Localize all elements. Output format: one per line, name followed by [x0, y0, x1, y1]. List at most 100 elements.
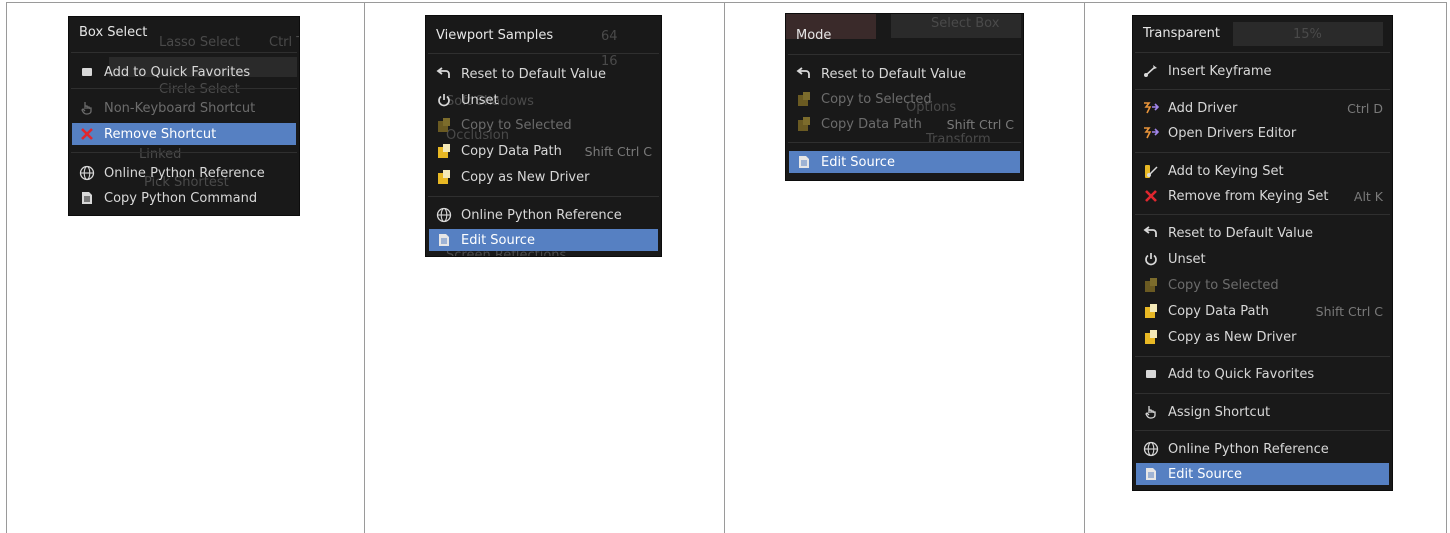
- menu-item-copy-as-new-driver[interactable]: Copy as New Driver: [429, 166, 658, 188]
- menu-item-remove-shortcut[interactable]: Remove Shortcut: [72, 123, 296, 145]
- menu-item-label: Add to Quick Favorites: [104, 64, 251, 80]
- menu-item-online-python-reference[interactable]: Online Python Reference: [429, 204, 658, 226]
- keying-set-icon: [1143, 163, 1159, 179]
- menu-item-label: Copy Data Path: [821, 116, 922, 132]
- menu-item-label: Assign Shortcut: [1168, 404, 1271, 420]
- clipboard-icon: [436, 117, 452, 133]
- menu-item-open-drivers-editor[interactable]: Open Drivers Editor: [1136, 122, 1389, 144]
- menu-item-copy-as-new-driver[interactable]: Copy as New Driver: [1136, 326, 1389, 348]
- menu-item-non-keyboard-shortcut: Non-Keyboard Shortcut: [72, 97, 296, 119]
- menu-item-label: Online Python Reference: [104, 165, 265, 181]
- menu-item-label: Add to Quick Favorites: [1168, 366, 1315, 382]
- menu-item-label: Copy to Selected: [821, 91, 932, 107]
- menu-item-label: Unset: [461, 92, 499, 108]
- menu-item-add-to-quick-favorites[interactable]: Add to Quick Favorites: [72, 61, 296, 83]
- clipboard-icon: [436, 143, 452, 159]
- hand-icon: [1143, 404, 1159, 420]
- favorites-icon: [79, 64, 95, 80]
- menu-item-copy-data-path: Copy Data Path Shift Ctrl C: [789, 113, 1020, 135]
- document-icon: [1143, 466, 1159, 482]
- clipboard-icon: [796, 116, 812, 132]
- globe-icon: [1143, 441, 1159, 457]
- bg-text: Select Box: [931, 16, 1000, 31]
- menu-item-remove-from-keying-set[interactable]: Remove from Keying Set Alt K: [1136, 185, 1389, 207]
- menu-item-label: Insert Keyframe: [1168, 63, 1272, 79]
- menu-item-edit-source[interactable]: Edit Source: [789, 151, 1020, 173]
- menu-item-label: Remove from Keying Set: [1168, 188, 1329, 204]
- menu-separator: [788, 54, 1021, 55]
- menu-separator: [1135, 430, 1390, 431]
- menu-item-label: Copy Data Path: [461, 143, 562, 159]
- menu-item-copy-data-path[interactable]: Copy Data Path Shift Ctrl C: [429, 140, 658, 162]
- menu-separator: [71, 152, 297, 153]
- context-menu-viewport-samples: 64 16 Soft Shadows Occlusion Screen Refl…: [425, 15, 662, 257]
- menu-item-reset-to-default-value[interactable]: Reset to Default Value: [1136, 222, 1389, 244]
- menu-item-online-python-reference[interactable]: Online Python Reference: [1136, 438, 1389, 460]
- bg-text: Circle Select: [159, 82, 240, 97]
- favorites-icon: [1143, 366, 1159, 382]
- menu-item-insert-keyframe[interactable]: Insert Keyframe: [1136, 60, 1389, 82]
- menu-item-copy-python-command[interactable]: Copy Python Command: [72, 187, 296, 209]
- menu-separator: [1135, 89, 1390, 90]
- document-icon: [796, 154, 812, 170]
- menu-title: Transparent: [1143, 26, 1220, 41]
- bg-text: Lasso Select: [159, 35, 240, 50]
- menu-item-assign-shortcut[interactable]: Assign Shortcut: [1136, 401, 1389, 423]
- menu-item-label: Reset to Default Value: [461, 66, 606, 82]
- bg-text: Linked: [139, 147, 182, 162]
- panel-cell-1: Lasso Select Ctrl T Circle Select Linked…: [7, 3, 365, 533]
- menu-item-add-driver[interactable]: Add Driver Ctrl D: [1136, 97, 1389, 119]
- menu-item-reset-to-default-value[interactable]: Reset to Default Value: [429, 63, 658, 85]
- menu-item-copy-to-selected: Copy to Selected: [1136, 274, 1389, 296]
- reset-icon: [1143, 225, 1159, 241]
- menu-item-label: Add to Keying Set: [1168, 163, 1284, 179]
- menu-separator: [71, 52, 297, 53]
- menu-item-label: Non-Keyboard Shortcut: [104, 100, 256, 116]
- menu-item-add-to-keying-set[interactable]: Add to Keying Set: [1136, 160, 1389, 182]
- remove-x-icon: [79, 126, 95, 142]
- menu-item-label: Remove Shortcut: [104, 126, 217, 142]
- shortcut-text: Shift Ctrl C: [1315, 303, 1383, 319]
- menu-separator: [428, 196, 659, 197]
- shortcut-text: Ctrl D: [1347, 100, 1383, 116]
- context-menu-box-select: Lasso Select Ctrl T Circle Select Linked…: [68, 16, 300, 216]
- menu-item-label: Copy as New Driver: [1168, 329, 1297, 345]
- menu-title: Box Select: [79, 25, 148, 40]
- clipboard-icon: [1143, 277, 1159, 293]
- remove-x-icon: [1143, 188, 1159, 204]
- panel-cell-4: 15% Transparent Insert Keyframe Add Driv…: [1085, 3, 1446, 533]
- reset-icon: [436, 66, 452, 82]
- document-icon: [79, 190, 95, 206]
- shortcut-text: Alt K: [1353, 188, 1383, 204]
- menu-item-label: Add Driver: [1168, 100, 1238, 116]
- menu-item-label: Edit Source: [821, 154, 895, 170]
- bg-text: 64: [601, 29, 618, 44]
- menu-item-unset[interactable]: Unset: [429, 89, 658, 111]
- menu-item-online-python-reference[interactable]: Online Python Reference: [72, 162, 296, 184]
- menu-item-copy-data-path[interactable]: Copy Data Path Shift Ctrl C: [1136, 300, 1389, 322]
- menu-item-edit-source[interactable]: Edit Source: [429, 229, 658, 251]
- screenshot-grid: Lasso Select Ctrl T Circle Select Linked…: [6, 2, 1447, 533]
- menu-item-label: Copy to Selected: [1168, 277, 1279, 293]
- menu-item-reset-to-default-value[interactable]: Reset to Default Value: [789, 63, 1020, 85]
- clipboard-icon: [1143, 303, 1159, 319]
- menu-item-label: Unset: [1168, 251, 1206, 267]
- globe-icon: [436, 207, 452, 223]
- menu-title: Viewport Samples: [436, 28, 554, 43]
- menu-item-copy-to-selected: Copy to Selected: [429, 114, 658, 136]
- reset-icon: [796, 66, 812, 82]
- context-menu-transparent: 15% Transparent Insert Keyframe Add Driv…: [1132, 15, 1393, 491]
- menu-separator: [1135, 214, 1390, 215]
- menu-item-edit-source[interactable]: Edit Source: [1136, 463, 1389, 485]
- menu-item-add-to-quick-favorites[interactable]: Add to Quick Favorites: [1136, 363, 1389, 385]
- document-icon: [436, 232, 452, 248]
- menu-item-label: Copy as New Driver: [461, 169, 590, 185]
- driver-icon: [1143, 100, 1159, 116]
- panel-cell-3: Select Box Options Transform Mode Reset …: [725, 3, 1085, 533]
- menu-item-unset[interactable]: Unset: [1136, 248, 1389, 270]
- menu-item-label: Reset to Default Value: [821, 66, 966, 82]
- menu-separator: [788, 142, 1021, 143]
- menu-title: Mode: [796, 28, 832, 43]
- menu-item-label: Copy Data Path: [1168, 303, 1269, 319]
- shortcut-text: Shift Ctrl C: [584, 143, 652, 159]
